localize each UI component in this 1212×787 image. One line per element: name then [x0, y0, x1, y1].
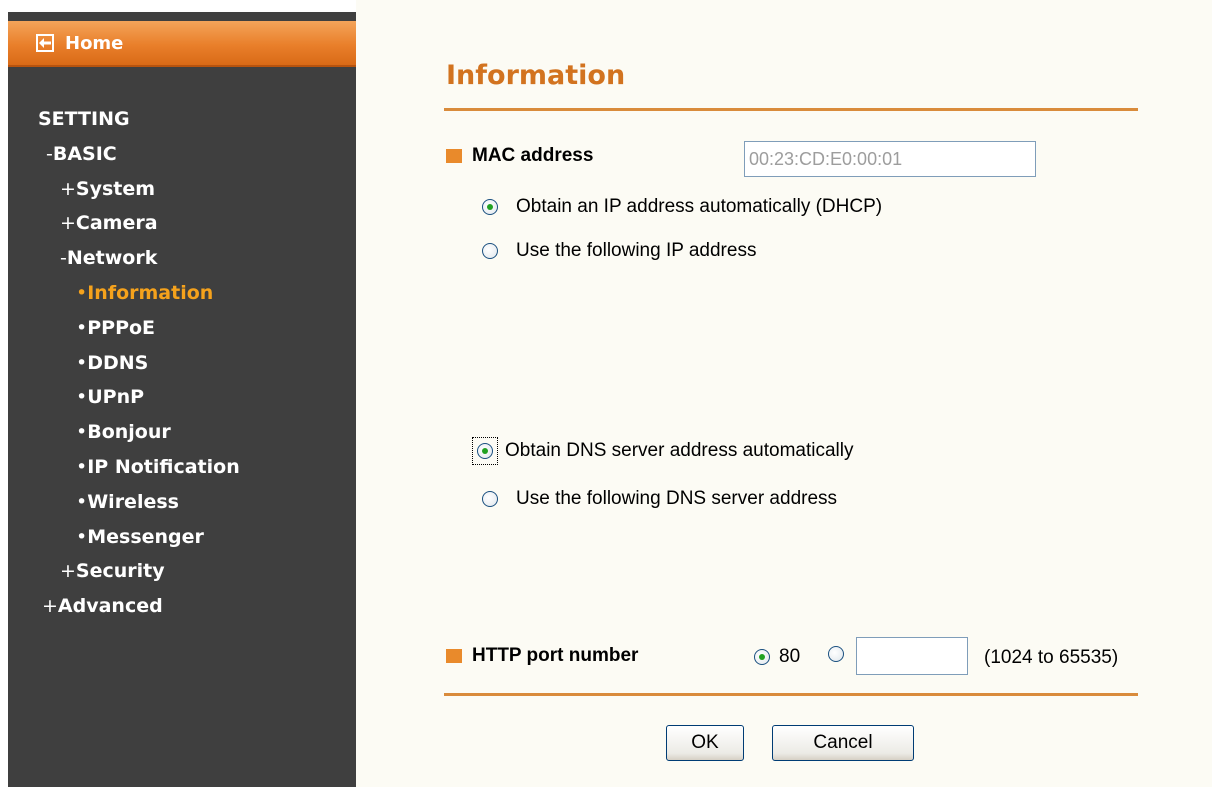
nav-item-wireless[interactable]: •Wireless — [8, 485, 356, 520]
sidebar: Home SETTING -BASIC +System +Camera -Net… — [8, 12, 356, 787]
nav-item-ddns[interactable]: •DDNS — [8, 346, 356, 381]
nav-item-network[interactable]: -Network — [8, 241, 356, 276]
nav-item-advanced[interactable]: +Advanced — [8, 589, 356, 624]
http-port-default-option[interactable]: 80 — [754, 646, 800, 668]
mac-address-label: MAC address — [446, 145, 593, 167]
dns-manual-option[interactable]: Use the following DNS server address — [482, 488, 837, 510]
home-label: Home — [65, 32, 124, 54]
back-arrow-icon — [36, 34, 54, 52]
http-port-custom-radio[interactable] — [828, 646, 844, 662]
http-port-label: HTTP port number — [446, 645, 638, 667]
mac-address-field — [744, 141, 1036, 177]
settings-nav: SETTING -BASIC +System +Camera -Network … — [8, 102, 356, 624]
section-bullet-icon — [446, 649, 462, 663]
ip-static-radio[interactable] — [482, 243, 498, 259]
ok-button[interactable]: OK — [666, 725, 744, 761]
focus-ring — [472, 437, 498, 465]
footer-divider — [444, 693, 1138, 696]
dns-auto-option[interactable]: Obtain DNS server address automatically — [472, 437, 853, 465]
nav-item-information[interactable]: •Information — [8, 276, 356, 311]
nav-item-upnp[interactable]: •UPnP — [8, 380, 356, 415]
dns-manual-radio[interactable] — [482, 491, 498, 507]
nav-item-ip-notification[interactable]: •IP Notification — [8, 450, 356, 485]
http-port-custom-option[interactable] — [828, 646, 844, 662]
ip-dhcp-radio[interactable] — [482, 199, 498, 215]
nav-item-basic[interactable]: -BASIC — [8, 137, 356, 172]
nav-item-camera[interactable]: +Camera — [8, 206, 356, 241]
http-port-default-radio[interactable] — [754, 649, 770, 665]
nav-item-pppoe[interactable]: •PPPoE — [8, 311, 356, 346]
http-port-custom-input[interactable] — [856, 637, 968, 675]
section-bullet-icon — [446, 149, 462, 163]
main-content: Information MAC address Obtain an IP add… — [356, 0, 1212, 787]
ip-dhcp-option[interactable]: Obtain an IP address automatically (DHCP… — [482, 196, 882, 218]
ip-static-option[interactable]: Use the following IP address — [482, 240, 756, 262]
nav-item-messenger[interactable]: •Messenger — [8, 520, 356, 555]
nav-item-security[interactable]: +Security — [8, 554, 356, 589]
nav-item-bonjour[interactable]: •Bonjour — [8, 415, 356, 450]
nav-item-system[interactable]: +System — [8, 172, 356, 207]
http-port-range-hint: (1024 to 65535) — [984, 647, 1119, 668]
page: Home SETTING -BASIC +System +Camera -Net… — [0, 0, 1212, 787]
home-link[interactable]: Home — [8, 21, 356, 67]
title-divider — [444, 108, 1138, 111]
cancel-button[interactable]: Cancel — [772, 725, 914, 761]
dns-auto-radio[interactable] — [477, 443, 493, 459]
nav-item-setting[interactable]: SETTING — [8, 102, 356, 137]
page-title: Information — [446, 60, 626, 91]
